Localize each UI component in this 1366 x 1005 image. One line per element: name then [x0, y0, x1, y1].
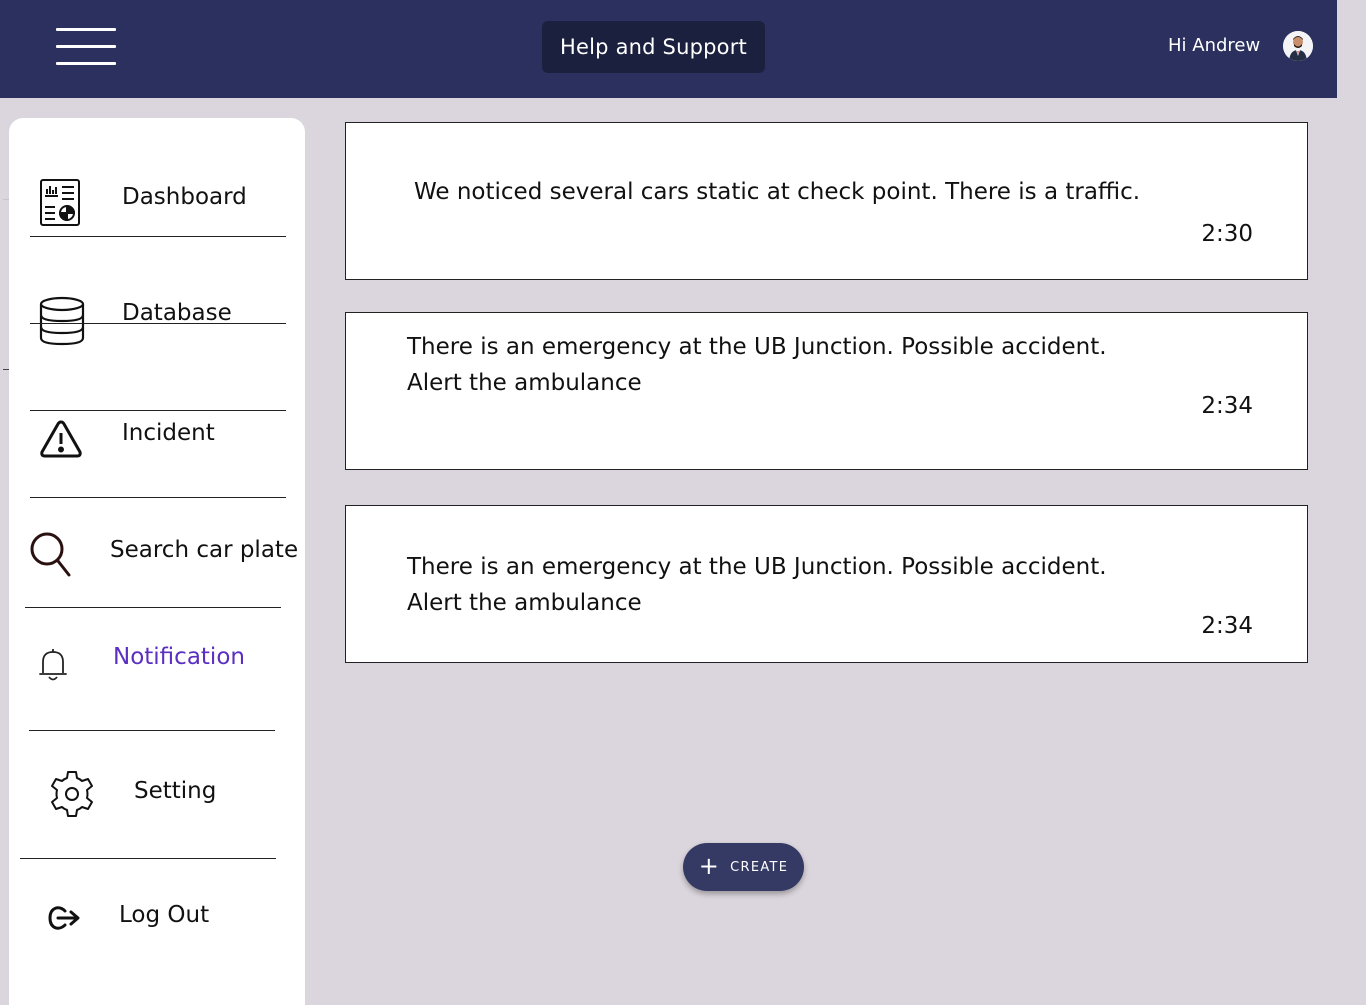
sidebar-item-label: Log Out	[119, 902, 210, 928]
divider	[30, 236, 286, 237]
sidebar-item-label: Notification	[113, 644, 245, 670]
sidebar-item-database[interactable]: Database	[9, 288, 305, 348]
help-and-support-button[interactable]: Help and Support	[542, 21, 765, 73]
notification-time: 2:34	[1201, 613, 1253, 639]
sidebar: Dashboard Database Incident Search car p…	[9, 118, 305, 1005]
divider	[29, 730, 275, 731]
notification-time: 2:30	[1201, 221, 1253, 247]
user-greeting: Hi Andrew	[1168, 35, 1261, 56]
gear-icon	[49, 769, 95, 823]
notification-card[interactable]: There is an emergency at the UB Junction…	[345, 312, 1308, 470]
notification-time: 2:34	[1201, 393, 1253, 419]
create-button[interactable]: + CREATE	[683, 843, 804, 891]
notification-message-line: Alert the ambulance	[407, 370, 642, 396]
logout-icon	[47, 904, 83, 938]
divider	[20, 858, 276, 859]
sidebar-item-label: Search car plate	[110, 537, 299, 563]
notification-message: There is an emergency at the UB Junction…	[407, 549, 1107, 621]
notification-message-line: Alert the ambulance	[407, 590, 642, 616]
warning-triangle-icon	[39, 418, 83, 464]
sidebar-item-incident[interactable]: Incident	[9, 410, 305, 496]
top-bar: Help and Support Hi Andrew	[0, 0, 1337, 98]
divider	[30, 323, 286, 324]
notification-card[interactable]: There is an emergency at the UB Junction…	[345, 505, 1308, 663]
notification-card[interactable]: We noticed several cars static at check …	[345, 122, 1308, 280]
menu-icon[interactable]	[56, 28, 116, 66]
sidebar-item-label: Incident	[122, 420, 215, 446]
notification-message: We noticed several cars static at check …	[414, 179, 1141, 205]
user-avatar-icon[interactable]	[1283, 31, 1313, 61]
dashboard-report-icon	[39, 178, 81, 232]
search-icon	[29, 531, 73, 583]
create-button-label: CREATE	[730, 859, 789, 875]
divider	[25, 607, 281, 608]
bell-icon	[38, 646, 68, 686]
sidebar-item-search-car-plate[interactable]: Search car plate	[9, 513, 305, 607]
notification-message-line: There is an emergency at the UB Junction…	[407, 554, 1107, 580]
sidebar-item-setting[interactable]: Setting	[9, 758, 305, 858]
sidebar-item-notification[interactable]: Notification	[9, 628, 305, 728]
divider	[30, 497, 286, 498]
notification-message: There is an emergency at the UB Junction…	[407, 329, 1107, 401]
sidebar-item-log-out[interactable]: Log Out	[9, 888, 305, 968]
sidebar-item-label: Setting	[134, 778, 217, 804]
sidebar-item-dashboard[interactable]: Dashboard	[9, 172, 305, 236]
plus-icon: +	[698, 852, 721, 880]
sidebar-item-label: Dashboard	[122, 184, 247, 210]
notification-message-line: There is an emergency at the UB Junction…	[407, 334, 1107, 360]
